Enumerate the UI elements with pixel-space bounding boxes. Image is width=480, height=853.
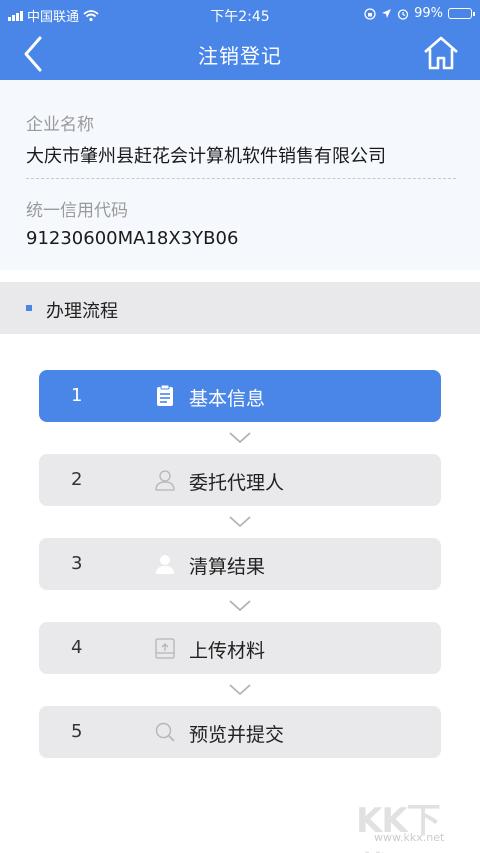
- step-label: 基本信息: [189, 388, 266, 410]
- chevron-down-icon: [229, 600, 251, 612]
- step-label: 委托代理人: [189, 472, 285, 494]
- step-agent[interactable]: 2 委托代理人: [39, 454, 441, 506]
- info-divider: [26, 178, 456, 179]
- credit-code-label: 统一信用代码: [26, 201, 128, 221]
- step-upload[interactable]: 4 上传材料: [39, 622, 441, 674]
- watermark-url: www.kkx.net: [374, 831, 445, 844]
- chevron-down-icon: [229, 432, 251, 444]
- section-title: 办理流程: [46, 301, 118, 322]
- step-number: 1: [71, 385, 83, 406]
- company-info-panel: 企业名称 大庆市肇州县赶花会计算机软件销售有限公司 统一信用代码 9123060…: [0, 80, 480, 270]
- chevron-down-icon: [229, 684, 251, 696]
- app-header: 中国联通 下午2:45 99% 注销登记: [0, 0, 480, 80]
- step-number: 5: [71, 721, 83, 742]
- upload-icon: [155, 638, 175, 659]
- step-number: 4: [71, 637, 83, 658]
- company-name-value: 大庆市肇州县赶花会计算机软件销售有限公司: [26, 146, 386, 167]
- step-number: 2: [71, 469, 83, 490]
- page-title: 注销登记: [198, 44, 282, 68]
- step-label: 预览并提交: [189, 724, 285, 746]
- person-outline-icon: [155, 470, 175, 491]
- home-icon[interactable]: [422, 34, 460, 72]
- battery-percent: 99%: [414, 6, 443, 21]
- step-liquidation[interactable]: 3 清算结果: [39, 538, 441, 590]
- step-preview-submit[interactable]: 5 预览并提交: [39, 706, 441, 758]
- person-icon: [156, 555, 174, 574]
- watermark-logo: KK下载 www.kkx.net: [346, 793, 466, 853]
- watermark-text: KK下载: [356, 801, 441, 853]
- alarm-icon: [397, 8, 409, 20]
- section-marker: [26, 305, 32, 311]
- process-section-header: 办理流程: [0, 282, 480, 334]
- step-label: 清算结果: [189, 556, 266, 578]
- chevron-down-icon: [229, 516, 251, 528]
- step-label: 上传材料: [189, 640, 266, 662]
- location-icon: [382, 9, 392, 18]
- orientation-lock-icon: [364, 7, 376, 20]
- step-number: 3: [71, 553, 83, 574]
- status-bar: 中国联通 下午2:45 99%: [0, 0, 480, 28]
- search-icon: [155, 722, 175, 742]
- credit-code-value: 91230600MA18X3YB06: [26, 228, 239, 249]
- battery-icon: [448, 8, 475, 19]
- company-name-label: 企业名称: [26, 115, 94, 135]
- clipboard-icon: [157, 384, 173, 406]
- step-basic-info[interactable]: 1 基本信息: [39, 370, 441, 422]
